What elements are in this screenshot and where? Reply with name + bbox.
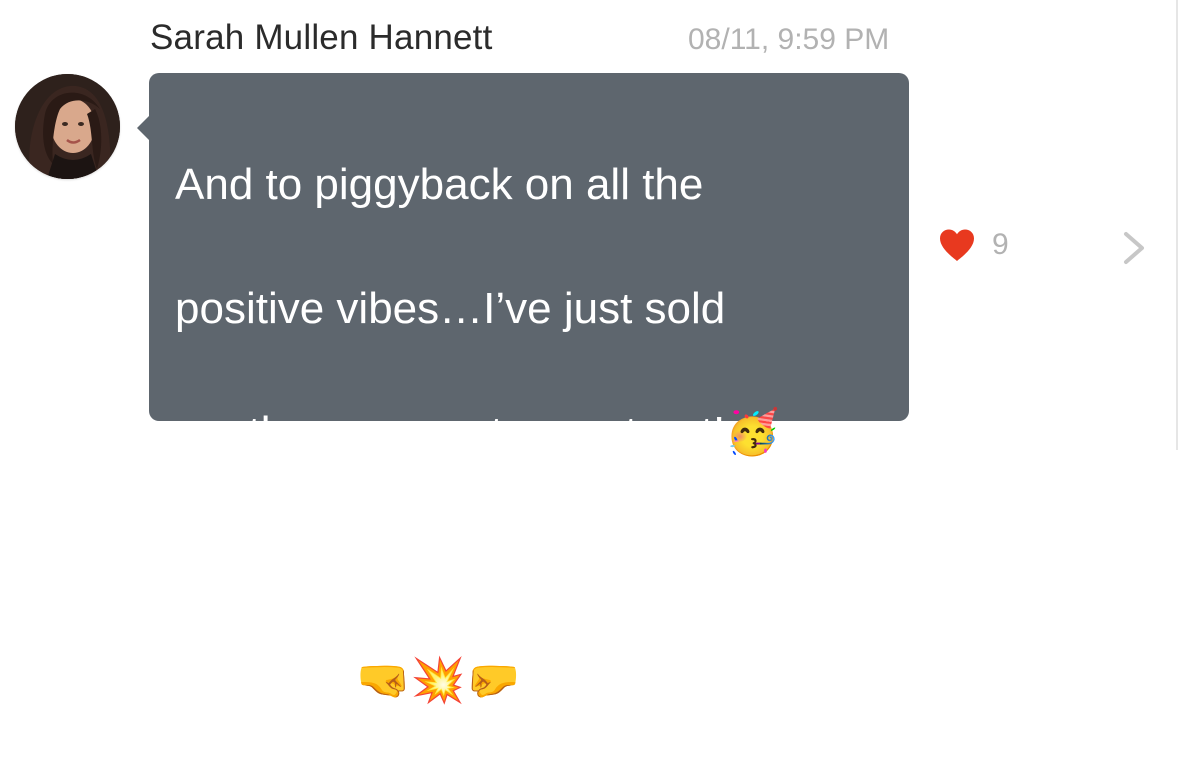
- message-line: Ashleigh and I are virtually fist: [175, 532, 760, 581]
- heart-icon: [940, 229, 974, 261]
- scroll-edge: [1176, 0, 1178, 450]
- sender-name[interactable]: Sarah Mullen Hannett: [150, 18, 493, 58]
- message-text: And to piggyback on all the positive vib…: [175, 92, 875, 774]
- avatar-photo-icon: [15, 74, 120, 179]
- avatar[interactable]: [15, 74, 120, 179]
- message-line: bumping.🤜💥🤛: [175, 656, 521, 705]
- reaction-count: 9: [992, 228, 1009, 261]
- reaction-button[interactable]: 9: [938, 228, 1009, 262]
- message-line: And to piggyback on all the: [175, 160, 704, 209]
- message-timestamp: 08/11, 9:59 PM: [688, 23, 890, 56]
- message-line: another space at my retreat!🥳: [175, 408, 781, 457]
- chevron-right-icon[interactable]: [1118, 228, 1150, 268]
- message-line: positive vibes…I’ve just sold: [175, 284, 726, 333]
